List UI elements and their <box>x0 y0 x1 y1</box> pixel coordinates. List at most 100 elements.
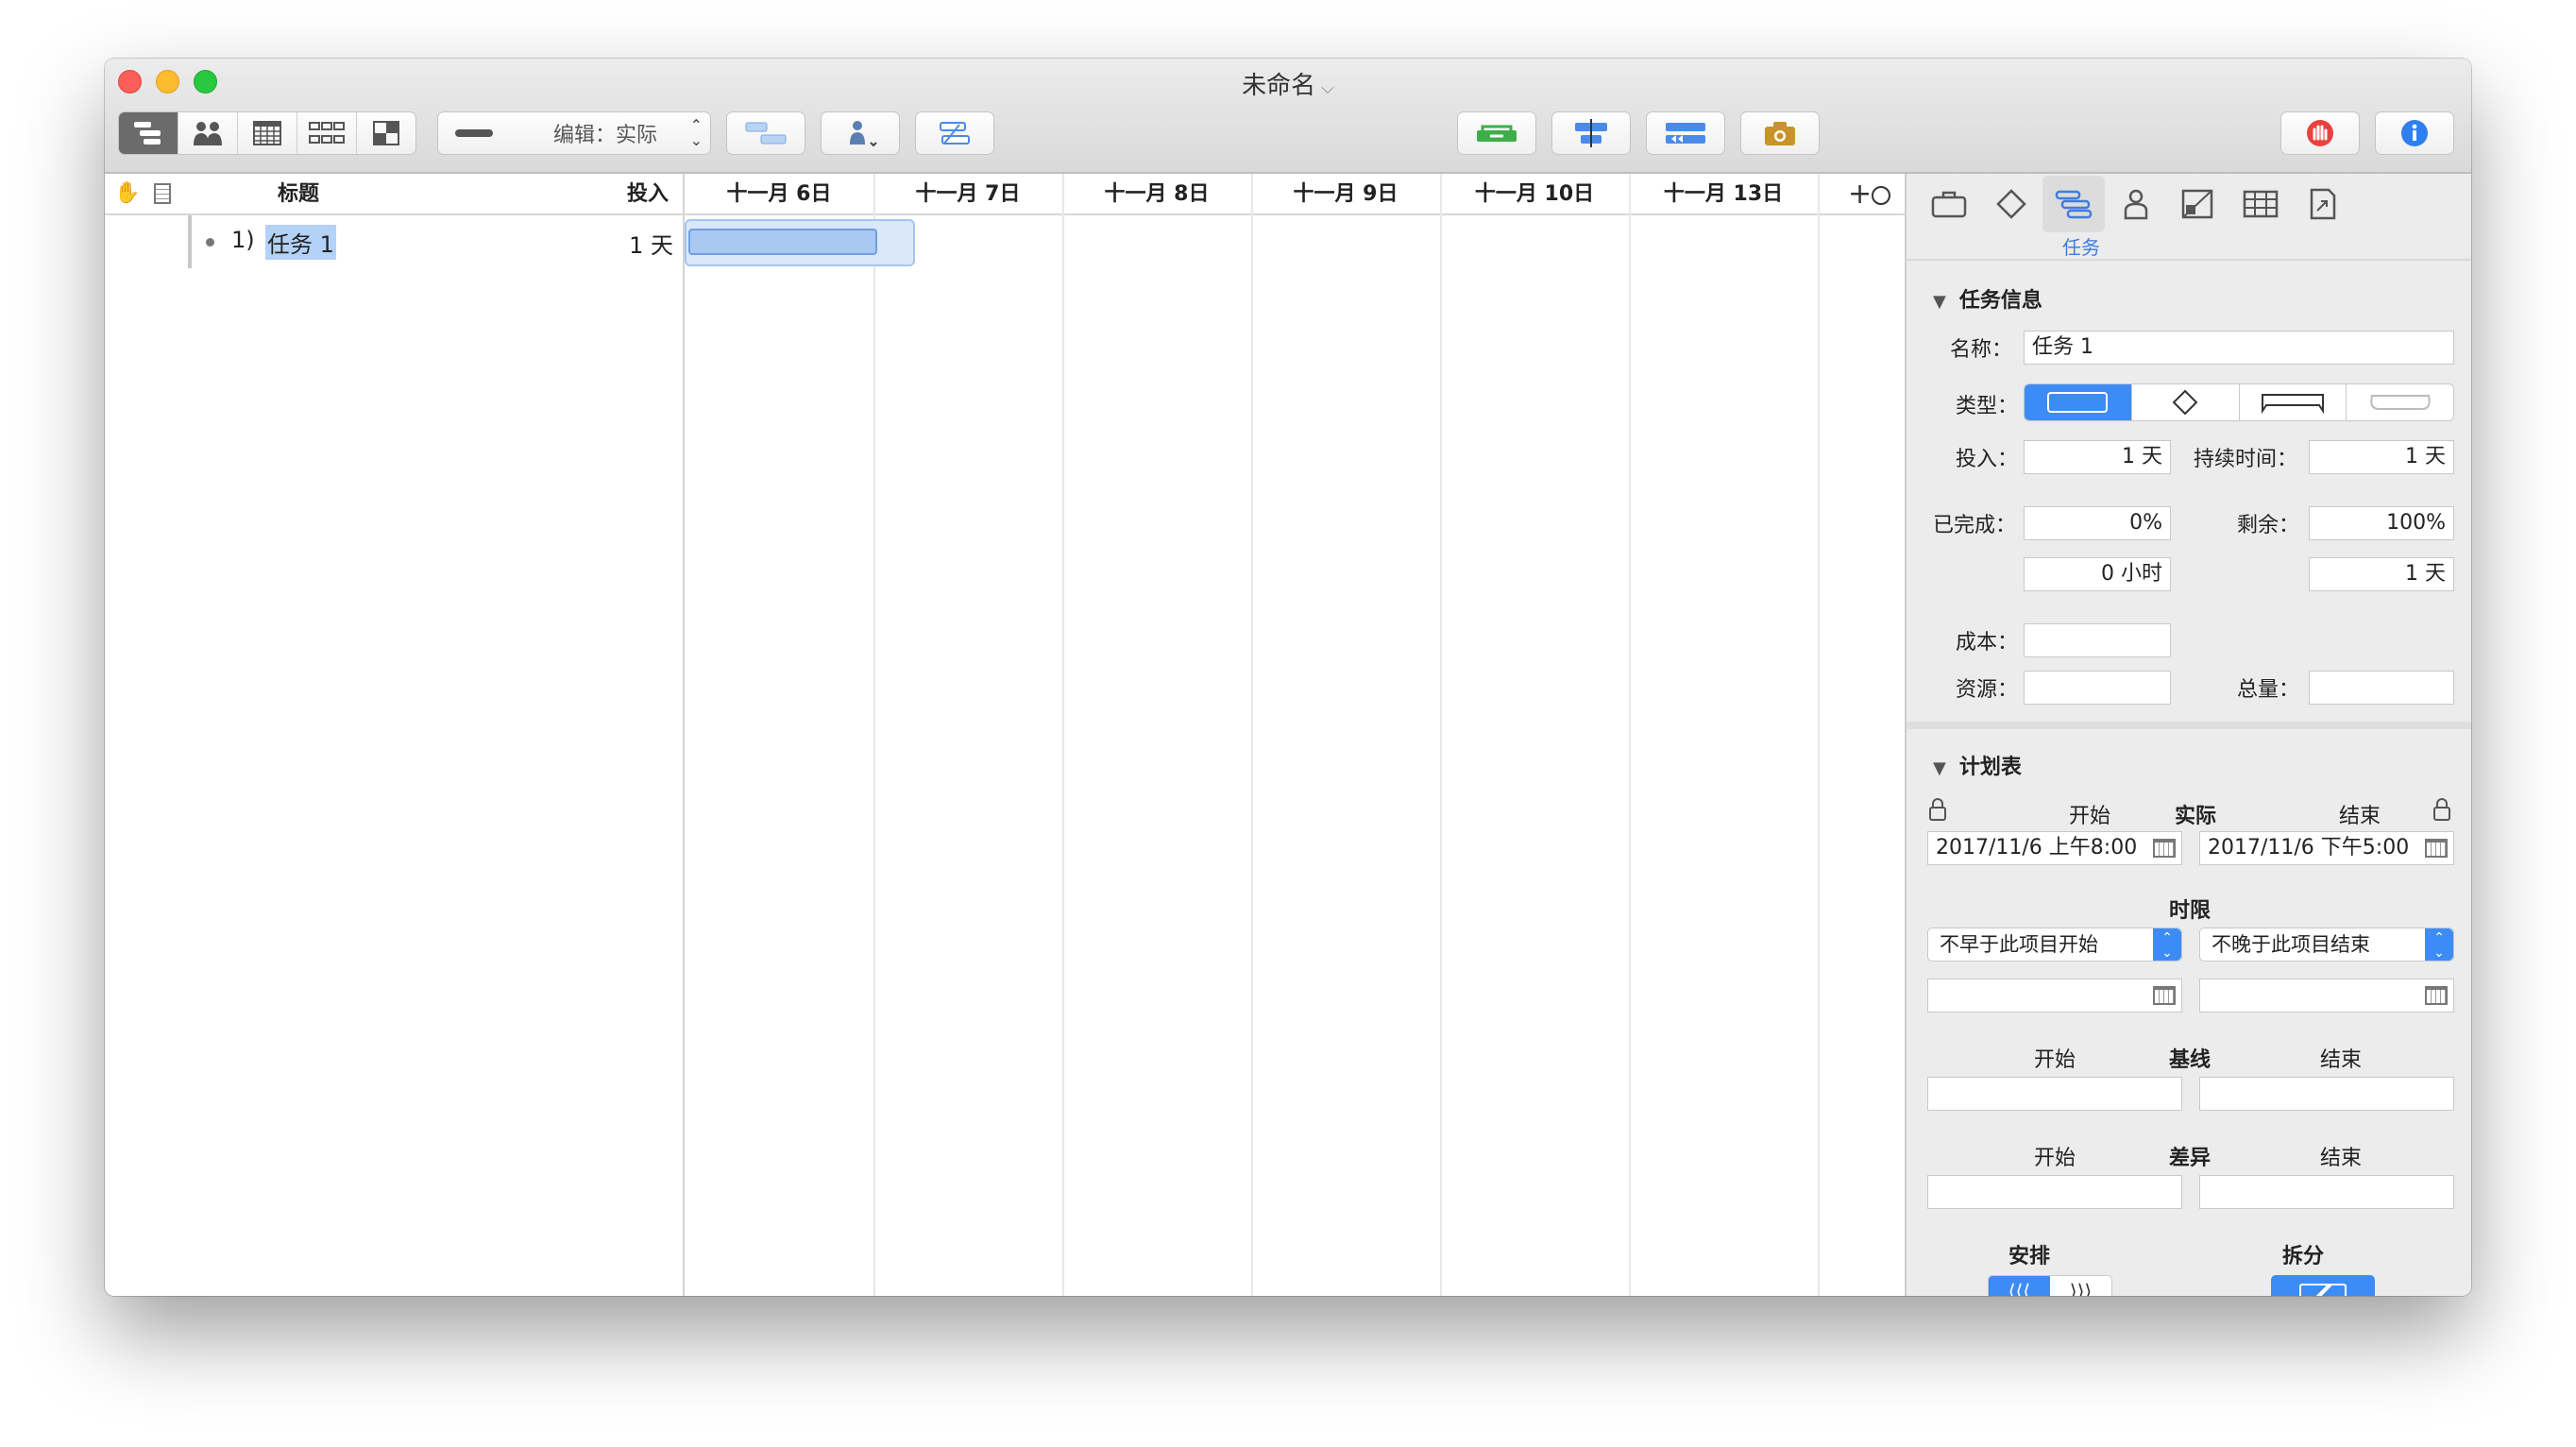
type-milestone-segment[interactable] <box>2130 384 2239 420</box>
task-name-field[interactable]: 任务 1 <box>2024 331 2454 365</box>
stop-hand-icon <box>2307 120 2333 146</box>
baseline-start-field[interactable] <box>1927 1077 2182 1111</box>
type-group-segment[interactable] <box>2238 384 2347 420</box>
lock-icon[interactable] <box>2432 797 2452 822</box>
catch-up-icon <box>1666 123 1705 144</box>
duration-label: 持续时间： <box>2194 448 2298 471</box>
outline-gantt-divider[interactable] <box>683 174 685 1296</box>
tab-milestone[interactable] <box>1980 176 2042 232</box>
connect-tasks-icon <box>745 122 787 145</box>
center-task-button[interactable] <box>1551 111 1631 155</box>
type-task-segment[interactable] <box>2025 384 2131 420</box>
schedule-section-header[interactable]: ▼ 计划表 <box>1933 750 2022 780</box>
violations-button[interactable] <box>2280 111 2360 155</box>
gantt-view-button[interactable] <box>119 112 178 154</box>
date-header: 十一月 13日 <box>1663 182 1784 206</box>
tab-project[interactable] <box>1918 176 1980 232</box>
remaining-percent-field[interactable]: 100% <box>2309 506 2454 540</box>
gantt-icon <box>134 122 161 145</box>
deadline-start-date-field[interactable] <box>1927 979 2182 1013</box>
split-task-button[interactable] <box>2271 1275 2375 1296</box>
total-field[interactable] <box>2309 671 2454 705</box>
network-view-button[interactable] <box>297 112 357 154</box>
zoom-in-button[interactable]: + <box>1848 178 1891 211</box>
view-switcher <box>118 111 416 155</box>
remaining-days-field[interactable]: 1 天 <box>2309 557 2454 591</box>
table-icon <box>2243 190 2279 218</box>
day-gridline <box>1251 174 1253 1296</box>
baseline-label: 基线 <box>2168 1048 2211 1072</box>
window-title[interactable]: 未命名 ⌵ <box>105 66 2471 101</box>
date-header: 十一月 8日 <box>1104 182 1210 206</box>
deadline-end-select[interactable]: 不晚于此项目结束 ⌃ ⌄ <box>2199 928 2454 962</box>
complete-hours-field[interactable]: 0 小时 <box>2024 557 2171 591</box>
resource-field[interactable] <box>2024 671 2171 705</box>
row-indent-bar <box>188 215 192 268</box>
connect-tasks-button[interactable] <box>726 111 805 155</box>
task-type-segmented <box>2024 383 2454 421</box>
variance-start-label: 开始 <box>2033 1147 2076 1170</box>
calendar-icon[interactable] <box>2153 839 2176 858</box>
assign-resource-button[interactable] <box>821 111 900 155</box>
calendar-view-button[interactable] <box>238 112 297 154</box>
resource-label: 资源： <box>1956 678 2019 702</box>
day-gridline <box>1629 174 1631 1296</box>
column-title-header[interactable]: 标题 <box>237 174 360 215</box>
column-effort-header[interactable]: 投入 <box>615 174 681 215</box>
variance-start-field[interactable] <box>1927 1175 2182 1209</box>
level-backward-segment[interactable]: ⟨⟨⟨ <box>1989 1276 2050 1296</box>
level-task-button[interactable] <box>915 111 994 155</box>
info-icon <box>2401 120 2428 146</box>
resource-view-button[interactable] <box>178 112 238 154</box>
leveling-segmented: ⟨⟨⟨ ⟩⟩⟩ <box>1988 1275 2112 1296</box>
baseline-end-field[interactable] <box>2199 1077 2454 1111</box>
deadline-start-select[interactable]: 不早于此项目开始 ⌃ ⌄ <box>1927 928 2182 962</box>
split-label: 拆分 <box>2281 1245 2324 1268</box>
network-icon <box>309 122 345 144</box>
inspector-button[interactable] <box>2375 111 2454 155</box>
type-hammock-segment[interactable] <box>2346 384 2453 420</box>
name-label: 名称： <box>1950 338 2013 362</box>
level-forward-segment[interactable]: ⟩⟩⟩ <box>2050 1276 2111 1296</box>
snapshot-button[interactable] <box>1740 111 1820 155</box>
gantt-task-bar[interactable] <box>688 229 877 255</box>
level-icon <box>1477 125 1517 142</box>
calendar-icon[interactable] <box>2425 986 2448 1005</box>
calendar-icon[interactable] <box>2425 839 2448 858</box>
leveling-label: 安排 <box>2008 1245 2050 1268</box>
camera-icon <box>1765 122 1795 145</box>
tab-resource[interactable] <box>2105 176 2167 232</box>
note-icon <box>154 183 171 204</box>
catch-up-button[interactable] <box>1646 111 1725 155</box>
end-date-field[interactable]: 2017/11/6 下午5:00 <box>2199 831 2454 865</box>
effort-field[interactable]: 1 天 <box>2024 440 2171 474</box>
start-date-field[interactable]: 2017/11/6 上午8:00 <box>1927 831 2182 865</box>
tab-document[interactable] <box>2292 176 2354 232</box>
task-row[interactable]: 1) 任务 1 1 天 <box>105 215 685 268</box>
task-effort[interactable]: 1 天 <box>629 227 673 260</box>
task-title[interactable]: 任务 1 <box>265 225 336 260</box>
deadline-end-date-field[interactable] <box>2199 979 2454 1013</box>
duration-field[interactable]: 1 天 <box>2309 440 2454 474</box>
cost-field[interactable] <box>2024 623 2171 657</box>
task-bar-icon <box>2047 392 2109 413</box>
edit-mode-popup[interactable]: 编辑：实际 ⌃ ⌄ <box>437 111 711 155</box>
tab-styles[interactable] <box>2167 176 2229 232</box>
calendar-icon[interactable] <box>2153 986 2176 1005</box>
center-icon <box>1575 119 1607 147</box>
complete-percent-field[interactable]: 0% <box>2024 506 2171 540</box>
variance-end-field[interactable] <box>2199 1175 2454 1209</box>
type-label: 类型： <box>1956 395 2019 418</box>
styles-view-button[interactable] <box>357 112 415 154</box>
task-info-section-header[interactable]: ▼ 任务信息 <box>1933 283 2042 314</box>
start-column-label: 开始 <box>2068 805 2110 828</box>
tab-task[interactable] <box>2042 176 2105 232</box>
lock-icon[interactable] <box>1927 797 1948 822</box>
updown-chevron-icon: ⌃ ⌄ <box>2425 928 2453 961</box>
diamond-icon <box>2172 389 2198 416</box>
active-tab-label: 任务 <box>2062 236 2100 259</box>
day-gridline <box>1818 174 1820 1296</box>
level-resources-button[interactable] <box>1457 111 1536 155</box>
briefcase-icon <box>1931 191 1967 218</box>
tab-table[interactable] <box>2229 176 2292 232</box>
